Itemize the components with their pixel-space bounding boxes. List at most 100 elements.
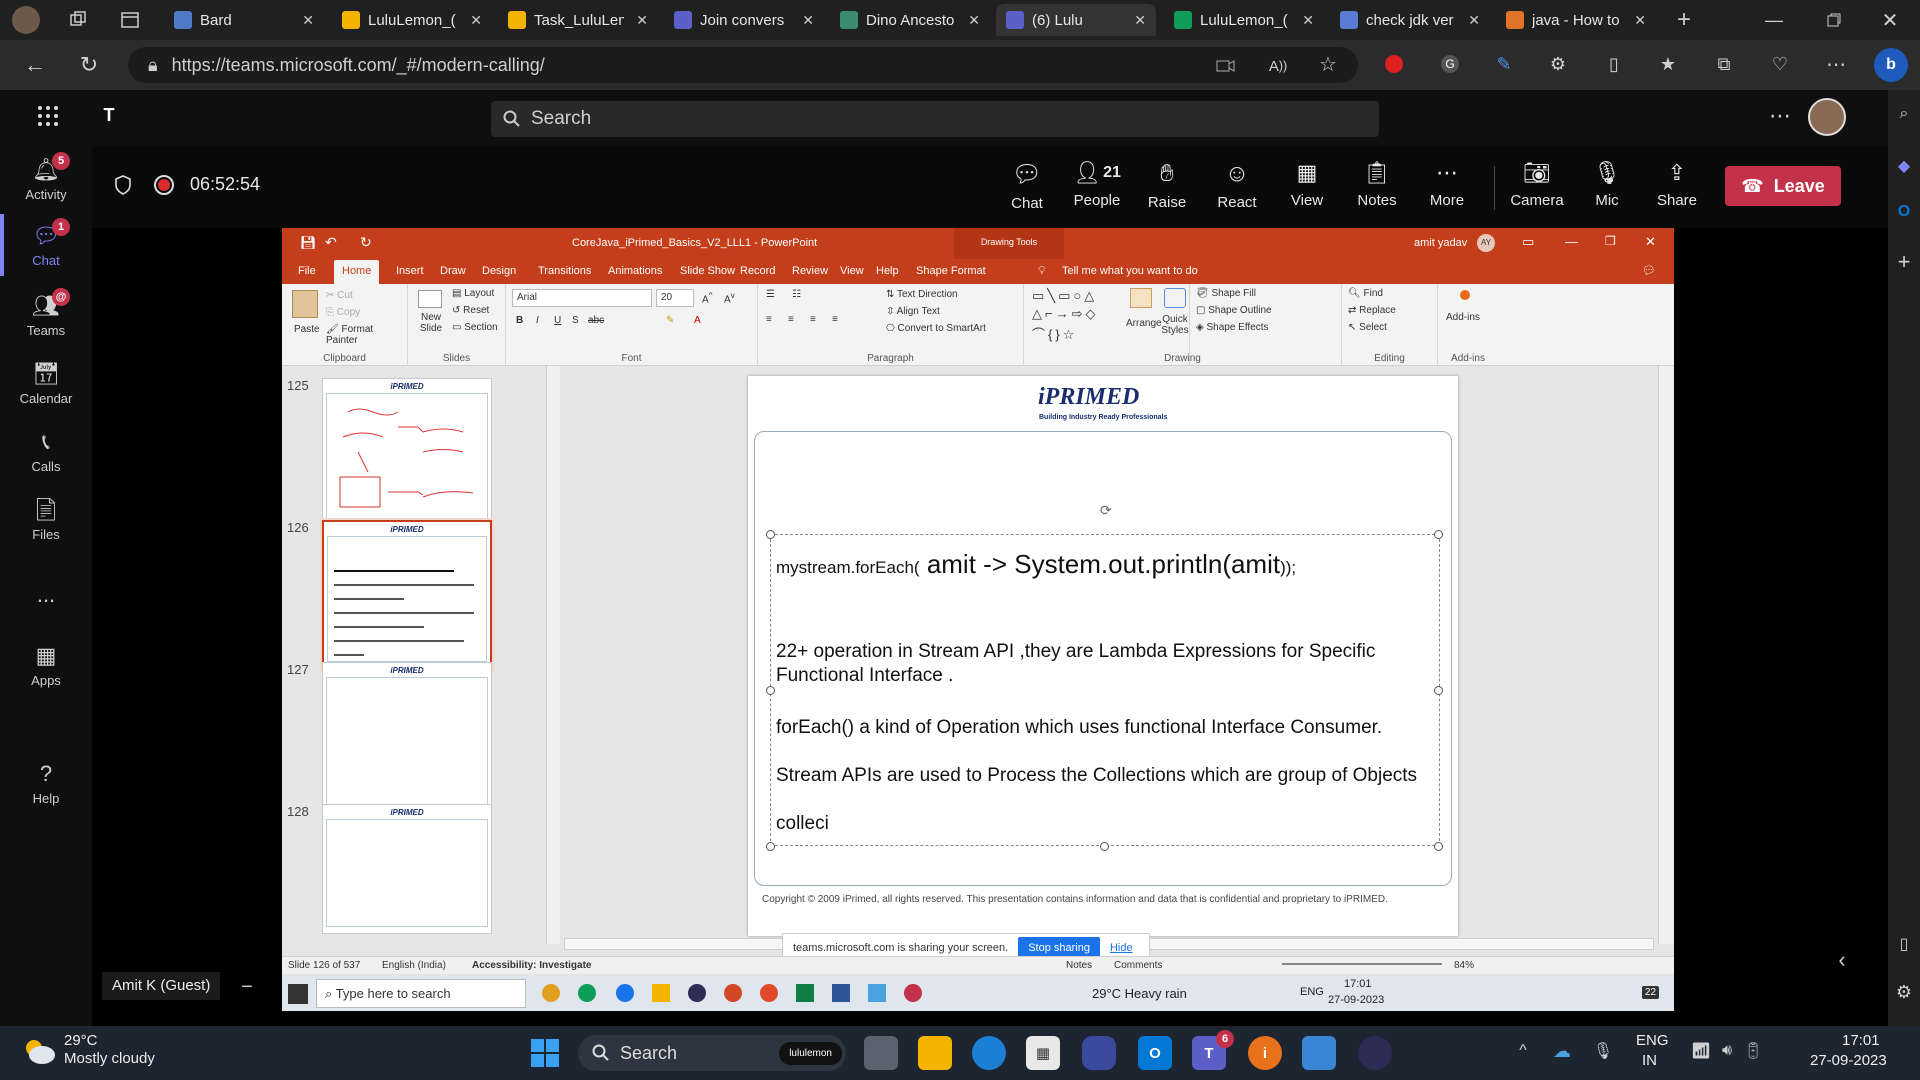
ribbon-display-icon[interactable]: ▭ <box>1522 234 1534 250</box>
slide-thumbnail[interactable]: iPRIMED <box>322 804 492 934</box>
tell-me-search[interactable]: Tell me what you want to do <box>1062 265 1198 277</box>
clock-time[interactable]: 17:01 <box>1842 1032 1880 1049</box>
comments-icon[interactable]: 💬︎ <box>1642 264 1656 277</box>
browser-tab[interactable]: Join convers ✕ <box>664 4 824 36</box>
rail-more-icon[interactable]: ... <box>0 564 92 626</box>
rail-item-calls[interactable]: 📞︎ Calls <box>0 420 92 482</box>
teams-more-icon[interactable]: ⋯ <box>1768 103 1792 128</box>
sidebar-outlook-icon[interactable]: O <box>1892 200 1916 224</box>
ppt-tab-record[interactable]: Record <box>740 265 775 277</box>
browser-tab[interactable]: Bard ✕ <box>164 4 324 36</box>
paste-button[interactable]: Paste <box>294 324 320 335</box>
eclipse-icon[interactable] <box>1358 1036 1392 1070</box>
shape-fill-button[interactable]: 🪣︎ Shape Fill <box>1196 288 1256 299</box>
copilot-taskbar-icon[interactable] <box>1082 1036 1116 1070</box>
current-slide[interactable]: iPRIMED Building Industry Ready Professi… <box>748 376 1458 936</box>
ppt-tab-transitions[interactable]: Transitions <box>538 265 591 277</box>
section-button[interactable]: ▭ Section <box>452 322 498 333</box>
convert-smartart-button[interactable]: ⎔ Convert to SmartArt <box>886 323 986 334</box>
ppt-tab-view[interactable]: View <box>840 265 864 277</box>
mic-button[interactable]: 🎙︎ Mic <box>1577 160 1637 209</box>
ppt-tab-insert[interactable]: Insert <box>396 265 424 277</box>
browser-tab[interactable]: LuluLemon_(✕ <box>1164 4 1324 36</box>
quick-styles-icon[interactable] <box>1164 288 1186 308</box>
restore-icon[interactable] <box>1820 6 1848 34</box>
slide-thumbnails-pane[interactable]: 125 iPRIMED 126 iPRIMED 127 iPRIMED 128 iPRIMED <box>282 366 564 944</box>
browser-tab[interactable]: (6) Lulu ✕ <box>996 4 1156 36</box>
shrink-font-icon[interactable]: Av <box>724 290 735 305</box>
ppt-tab-slide-show[interactable]: Slide Show <box>680 265 735 277</box>
undo-icon[interactable]: ↶ <box>325 234 337 251</box>
rail-item-calendar[interactable]: 📅︎ Calendar <box>0 352 92 414</box>
react-button[interactable]: ☺ React <box>1207 160 1267 211</box>
inner-start-icon[interactable] <box>288 984 308 1004</box>
rail-item-help[interactable]: ? Help <box>0 752 92 814</box>
browser-tab[interactable]: check jdk ver ✕ <box>1330 4 1490 36</box>
highlight-icon[interactable]: ✎ <box>666 315 674 326</box>
text-box-selection[interactable] <box>770 534 1440 846</box>
tab-close-icon[interactable]: ✕ <box>802 12 814 29</box>
italic-icon[interactable]: I <box>536 315 539 326</box>
notes-toggle[interactable]: Notes <box>1066 960 1092 971</box>
font-name-field[interactable]: Arial <box>512 289 652 307</box>
lang-secondary[interactable]: IN <box>1642 1052 1657 1069</box>
url-field[interactable]: 🔒︎ https://teams.microsoft.com/_#/modern… <box>128 47 1358 83</box>
sidebar-add-icon[interactable]: + <box>1892 249 1916 274</box>
grow-font-icon[interactable]: A^ <box>702 290 713 305</box>
zoom-slider[interactable] <box>1282 963 1442 965</box>
tab-close-icon[interactable]: ✕ <box>1634 12 1646 29</box>
ppt-tab-shape-format[interactable]: Shape Format <box>916 265 986 277</box>
inner-notification-badge[interactable]: 22 <box>1642 986 1660 999</box>
zoom-out-icon[interactable]: − <box>236 976 258 998</box>
tab-close-icon[interactable]: ✕ <box>1468 12 1480 29</box>
tab-close-icon[interactable]: ✕ <box>302 12 314 29</box>
weather-desc[interactable]: Mostly cloudy <box>64 1050 155 1067</box>
language-status[interactable]: English (India) <box>382 960 446 971</box>
inner-chrome2-icon[interactable] <box>760 984 778 1002</box>
inner-lang[interactable]: ENG <box>1300 986 1324 998</box>
sidebar-settings-icon[interactable]: ⚙ <box>1892 980 1916 1004</box>
save-icon[interactable]: 💾︎ <box>300 235 317 251</box>
people-button[interactable]: 👤︎ 21 People <box>1067 160 1127 209</box>
cut-button[interactable]: ✂ Cut <box>326 290 353 301</box>
ppt-restore-icon[interactable]: ❐ <box>1605 234 1616 248</box>
wifi-icon[interactable]: 📶︎ <box>1690 1040 1712 1062</box>
inner-excel-icon[interactable] <box>796 984 814 1002</box>
zoom-level[interactable]: 84% <box>1454 960 1474 971</box>
resize-handle[interactable] <box>766 842 775 851</box>
inner-app-icon[interactable] <box>578 984 596 1002</box>
hide-sharing-link[interactable]: Hide <box>1110 942 1133 954</box>
text-direction-button[interactable]: ⇅ Text Direction <box>886 289 958 300</box>
mic-tray-icon[interactable]: 🎙︎ <box>1592 1040 1614 1062</box>
resize-handle[interactable] <box>1100 842 1109 851</box>
inner-word-icon[interactable] <box>832 984 850 1002</box>
ppt-tab-file[interactable]: File <box>298 265 316 277</box>
collapse-panel-icon[interactable]: ‹ <box>1826 944 1858 976</box>
minimize-icon[interactable]: — <box>1760 6 1788 34</box>
browser-tab[interactable]: java - How to ✕ <box>1496 4 1656 36</box>
volume-icon[interactable]: 🔊︎ <box>1716 1040 1738 1062</box>
tab-close-icon[interactable]: ✕ <box>636 12 648 29</box>
taskview-icon[interactable] <box>864 1036 898 1070</box>
ppt-tab-design[interactable]: Design <box>482 265 516 277</box>
strikethrough-icon[interactable]: abc <box>588 315 604 326</box>
shadow-icon[interactable]: S <box>572 315 579 326</box>
camera-button[interactable]: 📷︎ Camera <box>1507 160 1567 209</box>
browser-menu-icon[interactable]: ⋯ <box>1824 52 1848 76</box>
resize-handle[interactable] <box>766 686 775 695</box>
close-window-icon[interactable]: ✕ <box>1876 6 1904 34</box>
ppt-minimize-icon[interactable]: — <box>1565 234 1578 249</box>
camera-blocked-icon[interactable] <box>1214 54 1238 78</box>
slide-thumbnail[interactable]: iPRIMED <box>322 520 492 670</box>
redo-icon[interactable]: ↻ <box>360 234 372 251</box>
ppt-tab-animations[interactable]: Animations <box>608 265 662 277</box>
paste-icon[interactable] <box>292 290 318 318</box>
refresh-icon[interactable]: ↻ <box>74 50 104 80</box>
accessibility-status[interactable]: Accessibility: Investigate <box>472 960 592 971</box>
font-color-icon[interactable]: A <box>694 315 701 326</box>
chat-button[interactable]: 💬︎ Chat <box>997 160 1057 212</box>
rail-item-activity[interactable]: 🔔︎ Activity 5 <box>0 148 92 210</box>
format-painter-button[interactable]: 🖌︎ Format Painter <box>326 324 407 346</box>
reset-button[interactable]: ↺ Reset <box>452 305 489 316</box>
shape-outline-button[interactable]: ▢ Shape Outline <box>1196 305 1272 316</box>
